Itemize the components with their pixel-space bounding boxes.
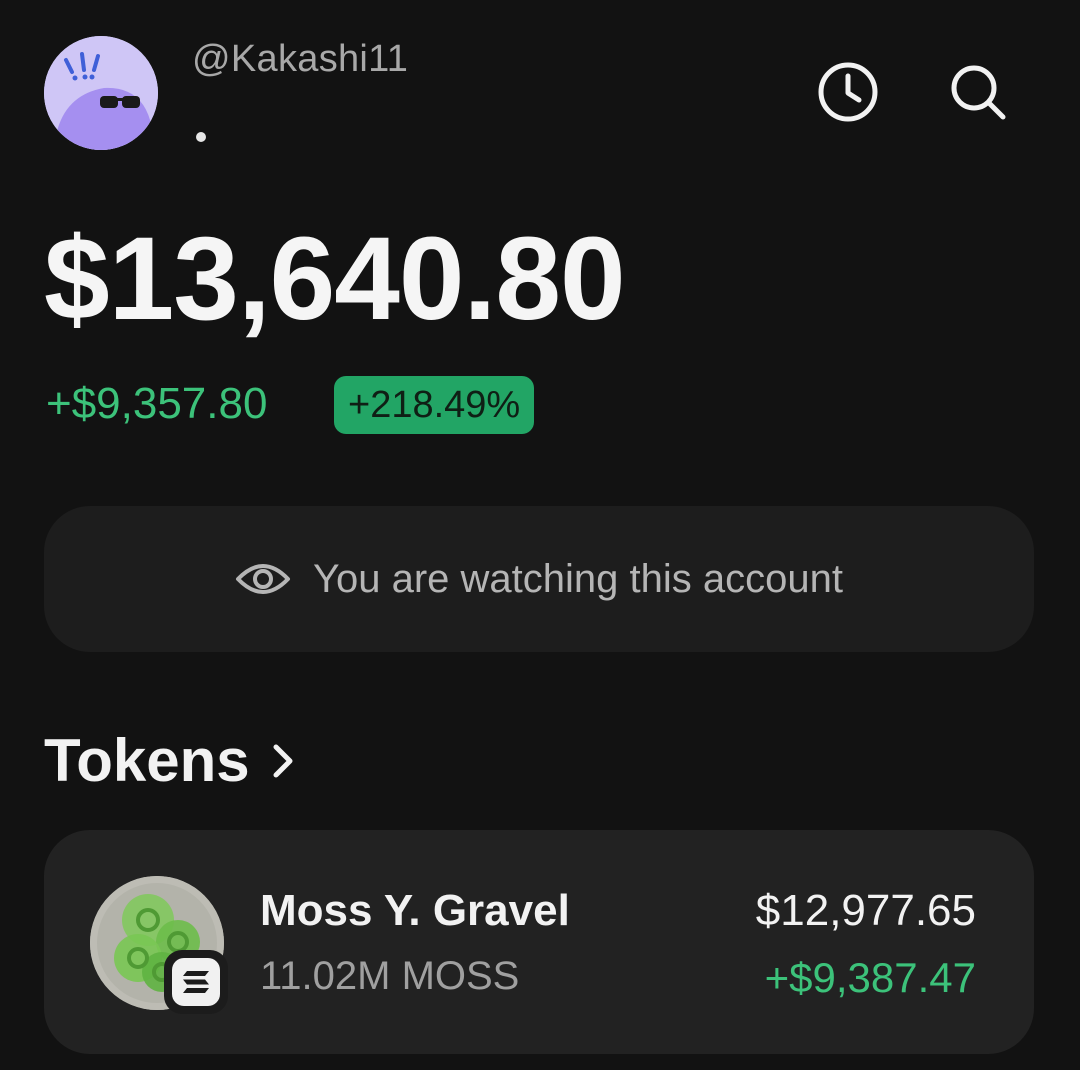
total-balance: $13,640.80 (44, 213, 626, 345)
watching-account-banner: You are watching this account (44, 506, 1034, 652)
search-button[interactable] (942, 56, 1014, 128)
watching-account-text: You are watching this account (313, 556, 843, 601)
tokens-section-link[interactable]: Tokens (44, 726, 294, 795)
chain-badge (164, 950, 228, 1014)
token-name: Moss Y. Gravel (260, 886, 570, 935)
clock-icon (818, 62, 878, 122)
eye-icon (236, 564, 290, 594)
avatar[interactable] (44, 36, 158, 150)
ghost-avatar-icon (44, 36, 158, 150)
token-change: +$9,387.47 (764, 954, 976, 1001)
history-button[interactable] (812, 56, 884, 128)
status-dot (196, 132, 206, 142)
tokens-title: Tokens (44, 727, 250, 794)
token-amount: 11.02M MOSS (260, 954, 520, 998)
account-handle: @Kakashi11 (192, 38, 409, 80)
token-value: $12,977.65 (755, 886, 976, 935)
token-row[interactable]: Moss Y. Gravel 11.02M MOSS $12,977.65 +$… (44, 830, 1034, 1054)
chevron-right-icon (273, 744, 293, 777)
balance-change-amount: +$9,357.80 (46, 379, 268, 428)
balance-change-percent-badge: +218.49% (334, 376, 535, 434)
search-icon (951, 65, 1006, 120)
solana-icon (183, 971, 209, 993)
